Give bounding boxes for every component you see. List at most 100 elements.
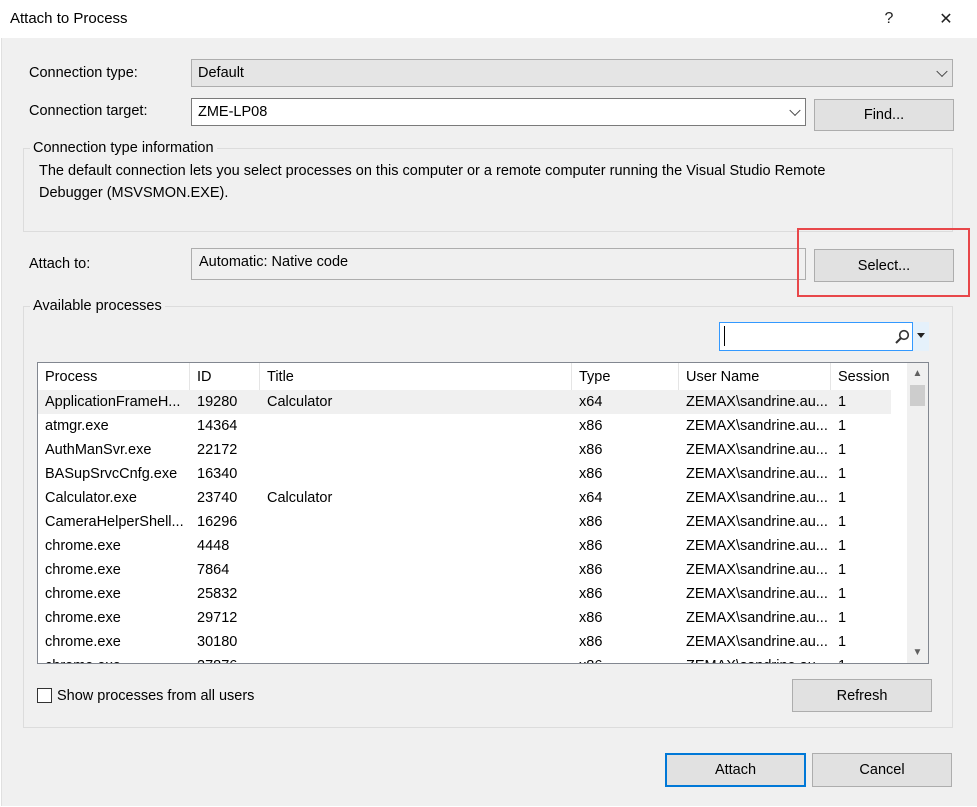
connection-type-label: Connection type: (29, 65, 138, 81)
connection-type-value: Default (198, 65, 244, 81)
connection-info-line1: The default connection lets you select p… (39, 163, 826, 179)
column-header-session[interactable]: Session (831, 363, 908, 390)
search-dropdown-button[interactable] (912, 322, 929, 351)
cell-session: 1 (838, 418, 847, 434)
cell-process: chrome.exe (45, 586, 121, 602)
column-header-title[interactable]: Title (260, 363, 572, 390)
cell-user-name: ZEMAX\sandrine.au... (686, 490, 828, 506)
cell-title (260, 462, 572, 486)
connection-target-combo[interactable]: ZME-LP08 (191, 98, 806, 126)
cell-type: x86 (579, 442, 603, 458)
table-row[interactable]: chrome.exe 4448 x86 ZEMAX\sandrine.au... 1 (38, 534, 891, 558)
table-row[interactable]: BASupSrvcCnfg.exe 16340 x86 ZEMAX\sandrine.… (38, 462, 891, 486)
connection-info-line2: Debugger (MSVSMON.EXE). (39, 185, 229, 201)
cell-type: x86 (579, 538, 603, 554)
table-row[interactable]: chrome.exe 30180 x86 ZEMAX\sandrine.au... 1 (38, 630, 891, 654)
column-header-process[interactable]: Process (38, 363, 190, 390)
chevron-down-icon (917, 333, 925, 338)
search-icon[interactable] (894, 329, 910, 345)
table-row[interactable]: chrome.exe 29712 x86 ZEMAX\sandrine.au... 1 (38, 606, 891, 630)
cell-session: 1 (838, 562, 847, 578)
scroll-up-icon[interactable]: ▲ (907, 363, 928, 384)
cell-process: atmgr.exe (45, 418, 109, 434)
cell-type: x64 (579, 394, 603, 410)
chevron-down-icon (936, 65, 948, 78)
cell-id: 23740 (197, 490, 238, 506)
cell-process: chrome.exe (45, 538, 121, 554)
cell-user-name: ZEMAX\sandrine.au... (686, 634, 828, 650)
cell-process: chrome.exe (45, 610, 121, 626)
title-bar: Attach to Process ? ✕ (0, 0, 977, 38)
table-row[interactable]: atmgr.exe 14364 x86 ZEMAX\sandrine.au... 1 (38, 414, 891, 438)
cell-type: x86 (579, 562, 603, 578)
cell-user-name: ZEMAX\sandrine.au... (686, 562, 828, 578)
cell-id: 22172 (197, 442, 238, 458)
cell-process: chrome.exe (38, 654, 190, 663)
scrollbar-thumb[interactable] (910, 385, 925, 406)
search-box[interactable] (719, 322, 929, 351)
chevron-down-icon[interactable] (789, 104, 801, 117)
cell-user-name: ZEMAX\sandrine.au... (686, 538, 828, 554)
select-button[interactable]: Select... (814, 249, 954, 282)
table-row[interactable]: CameraHelperShell... 16296 x86 ZEMAX\sandri… (38, 510, 891, 534)
cell-session: 1 (838, 466, 847, 482)
cancel-button[interactable]: Cancel (812, 753, 952, 787)
process-list[interactable]: Process ID Title Type User Name Session … (37, 362, 929, 664)
cell-id: 25832 (197, 586, 238, 602)
column-header-id[interactable]: ID (190, 363, 260, 390)
cell-title: Calculator (267, 394, 333, 410)
show-all-users-checkbox[interactable] (37, 688, 52, 703)
cell-type: x86 (579, 514, 603, 530)
cell-type: x86 (579, 466, 603, 482)
cell-id: 16296 (197, 514, 238, 530)
close-button[interactable]: ✕ (923, 4, 969, 34)
search-input[interactable] (724, 326, 885, 346)
cell-session: 1 (838, 586, 847, 602)
cell-type: x86 (579, 418, 603, 434)
cell-session: 1 (838, 610, 847, 626)
cell-title (260, 558, 572, 582)
attach-button[interactable]: Attach (665, 753, 806, 787)
cell-session: 1 (838, 394, 847, 410)
help-button[interactable]: ? (866, 4, 912, 34)
cell-process: Calculator.exe (45, 490, 137, 506)
cell-user-name: ZEMAX\sandrine.au... (686, 514, 828, 530)
scroll-down-icon[interactable]: ▼ (907, 642, 928, 663)
table-row[interactable]: chrome.exe 25832 x86 ZEMAX\sandrine.au... 1 (38, 582, 891, 606)
column-header-user-name[interactable]: User Name (679, 363, 831, 390)
cell-type: x86 (572, 654, 679, 663)
find-button[interactable]: Find... (814, 99, 954, 131)
window-title: Attach to Process (10, 10, 128, 27)
cell-type: x64 (579, 490, 603, 506)
table-row[interactable]: Calculator.exe 23740 Calculator x64 ZEMAX\sa… (38, 486, 891, 510)
cell-title (260, 534, 572, 558)
cell-session: 1 (838, 442, 847, 458)
show-all-users-label[interactable]: Show processes from all users (57, 688, 254, 704)
cell-user-name: ZEMAX\sandrine.au... (686, 418, 828, 434)
cell-session: 1 (838, 634, 847, 650)
table-row[interactable]: ApplicationFrameH... 19280 Calculator x64 ZE… (38, 390, 891, 414)
table-row[interactable]: AuthManSvr.exe 22172 x86 ZEMAX\sandrine.au.… (38, 438, 891, 462)
table-row[interactable]: chrome.exe 7864 x86 ZEMAX\sandrine.au... 1 (38, 558, 891, 582)
table-row[interactable]: chrome.exe27876 x86ZEMAX\sandrine.au...1 (38, 654, 891, 663)
cell-session: 1 (831, 654, 891, 663)
cell-type: x86 (579, 586, 603, 602)
cell-id: 19280 (197, 394, 238, 410)
cell-id: 4448 (197, 538, 230, 554)
cell-process: chrome.exe (45, 562, 121, 578)
cell-session: 1 (838, 490, 847, 506)
cell-user-name: ZEMAX\sandrine.au... (686, 442, 828, 458)
vertical-scrollbar[interactable]: ▲ ▼ (907, 363, 928, 663)
cell-title (260, 654, 572, 663)
refresh-button[interactable]: Refresh (792, 679, 932, 712)
cell-id: 27876 (190, 654, 260, 663)
available-processes-title: Available processes (30, 298, 165, 314)
cell-user-name: ZEMAX\sandrine.au... (686, 394, 828, 410)
cell-process: AuthManSvr.exe (45, 442, 152, 458)
column-header-type[interactable]: Type (572, 363, 679, 390)
cell-title: Calculator (267, 490, 333, 506)
cell-title (260, 606, 572, 630)
connection-type-select[interactable]: Default (191, 59, 953, 87)
cell-session: 1 (838, 514, 847, 530)
cell-process: BASupSrvcCnfg.exe (45, 466, 178, 482)
